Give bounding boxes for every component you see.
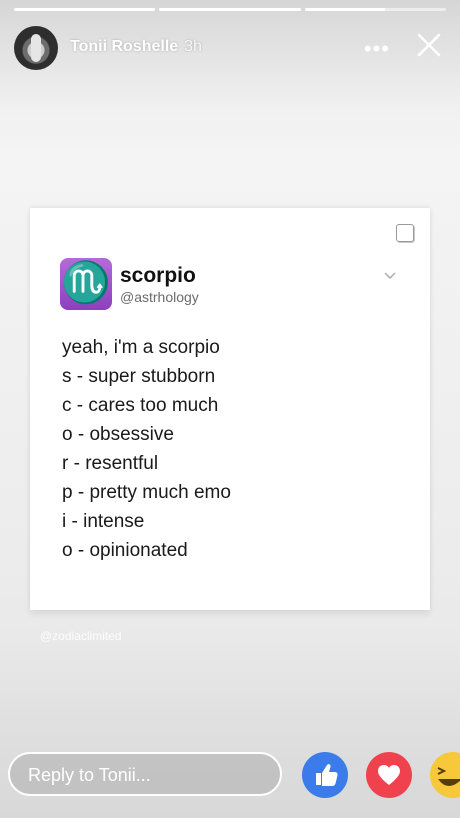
post-line: p - pretty much emo bbox=[62, 482, 231, 503]
haha-icon bbox=[437, 767, 460, 786]
watermark: @zodiaclimited bbox=[40, 629, 122, 643]
username-label[interactable]: Tonii Roshelle bbox=[70, 38, 178, 55]
close-icon[interactable] bbox=[416, 32, 442, 58]
progress-segment-2 bbox=[159, 8, 301, 11]
love-reaction-button[interactable] bbox=[366, 752, 412, 798]
like-icon bbox=[316, 764, 338, 786]
story-progress bbox=[14, 8, 446, 11]
progress-segment-3 bbox=[304, 8, 446, 11]
post-line: o - obsessive bbox=[62, 424, 174, 445]
post-line: r - resentful bbox=[62, 453, 159, 474]
more-options-icon[interactable]: ••• bbox=[364, 36, 390, 62]
post-line: yeah, i'm a scorpio bbox=[62, 337, 220, 358]
like-reaction-button[interactable] bbox=[302, 752, 348, 798]
account-handle: @astrhology bbox=[120, 289, 199, 305]
story-timestamp: 3h bbox=[184, 38, 202, 55]
story-header: Tonii Roshelle 3h ••• bbox=[14, 24, 446, 70]
shared-post-card[interactable]: ♏ scorpio @astrhology yeah, i'm a scorpi… bbox=[30, 208, 430, 610]
post-line: o - opinionated bbox=[62, 540, 188, 561]
post-line: i - intense bbox=[62, 511, 145, 532]
checkbox-icon[interactable] bbox=[396, 224, 414, 242]
avatar[interactable] bbox=[14, 26, 58, 70]
post-line: s - super stubborn bbox=[62, 366, 216, 387]
love-icon bbox=[378, 765, 400, 785]
post-line: c - cares too much bbox=[62, 395, 219, 416]
scorpio-logo: ♏ bbox=[60, 258, 112, 310]
reply-placeholder: Reply to Tonii... bbox=[28, 765, 151, 785]
haha-reaction-button[interactable] bbox=[430, 752, 460, 798]
account-name: scorpio bbox=[120, 264, 196, 287]
story-username[interactable]: Tonii Roshelle 3h bbox=[70, 38, 202, 56]
progress-segment-1 bbox=[14, 8, 156, 11]
scorpio-symbol-icon: ♏ bbox=[61, 260, 111, 306]
chevron-down-icon[interactable] bbox=[384, 272, 396, 280]
reply-input[interactable]: Reply to Tonii... bbox=[8, 752, 282, 796]
post-text: yeah, i'm a scorpio s - super stubborn c… bbox=[62, 333, 231, 565]
